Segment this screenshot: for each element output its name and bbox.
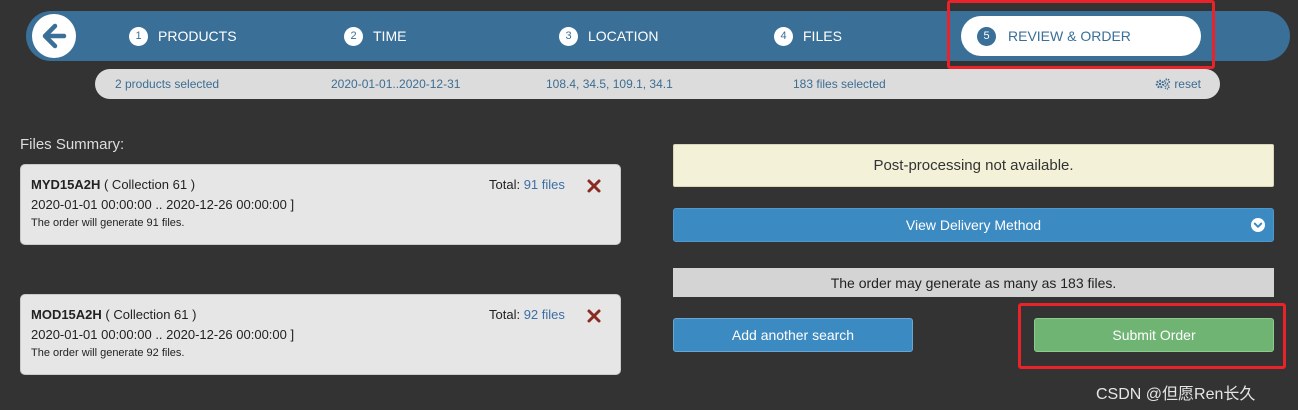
step-number: 5 [977,26,996,46]
reset-label: reset [1174,76,1201,91]
step-number: 2 [344,26,363,46]
summary-location[interactable]: 108.4, 34.5, 109.1, 34.1 [546,69,673,99]
view-delivery-method-button[interactable]: View Delivery Method [673,208,1274,242]
step-label: LOCATION [588,28,659,44]
generate-note: The order will generate 92 files. [31,347,185,359]
watermark-text: CSDN @但愿Ren长久 [1096,386,1256,403]
total-files: Total: 91 files [489,177,565,192]
close-x-icon[interactable] [586,178,602,194]
step-time[interactable]: 2 TIME [344,11,406,61]
total-files: Total: 92 files [489,307,565,322]
reset-button[interactable]: reset [1155,69,1201,99]
post-processing-notice: Post-processing not available. [673,144,1274,187]
file-card-title: MYD15A2H ( Collection 61 ) [31,177,195,192]
date-range: 2020-01-01 00:00:00 .. 2020-12-26 00:00:… [31,327,295,342]
collection-label: ( Collection 61 ) [103,177,196,192]
files-summary-title: Files Summary: [20,136,125,153]
step-review-order[interactable]: 5 REVIEW & ORDER [961,16,1201,56]
summary-files[interactable]: 183 files selected [793,69,886,99]
collection-label: ( Collection 61 ) [105,307,197,322]
step-navigation-bar: 1 PRODUCTS 2 TIME 3 LOCATION 4 FILES 5 R… [26,11,1290,61]
step-number: 3 [559,26,578,46]
file-card-title: MOD15A2H ( Collection 61 ) [31,307,196,322]
generate-note: The order will generate 91 files. [31,217,185,229]
file-card-myd15a2h: MYD15A2H ( Collection 61 ) 2020-01-01 00… [20,164,621,245]
total-label: Total: [489,307,521,322]
product-name: MOD15A2H [31,307,102,322]
submit-order-button[interactable]: Submit Order [1034,318,1274,352]
order-generate-note: The order may generate as many as 183 fi… [673,268,1274,297]
step-number: 4 [774,26,793,46]
chevron-down-circle-icon [1251,218,1265,232]
gears-icon [1156,78,1171,90]
total-label: Total: [489,177,521,192]
total-files-link[interactable]: 92 files [524,307,565,322]
step-label: TIME [373,28,407,44]
selection-summary-bar: 2 products selected 2020-01-01..2020-12-… [95,69,1220,99]
close-x-icon[interactable] [586,308,602,324]
step-label: PRODUCTS [158,28,237,44]
total-files-link[interactable]: 91 files [524,177,565,192]
step-location[interactable]: 3 LOCATION [559,11,659,61]
step-products[interactable]: 1 PRODUCTS [129,11,237,61]
back-button[interactable] [32,14,76,58]
arrow-left-icon [42,23,67,49]
step-files[interactable]: 4 FILES [774,11,842,61]
date-range: 2020-01-01 00:00:00 .. 2020-12-26 00:00:… [31,197,295,212]
product-name: MYD15A2H [31,177,101,192]
step-label: FILES [803,28,842,44]
step-label: REVIEW & ORDER [1008,28,1131,44]
step-number: 1 [129,26,148,46]
add-another-search-button[interactable]: Add another search [673,318,913,352]
summary-time[interactable]: 2020-01-01..2020-12-31 [331,69,460,99]
delivery-button-label: View Delivery Method [905,217,1042,233]
summary-products[interactable]: 2 products selected [115,69,219,99]
file-card-mod15a2h: MOD15A2H ( Collection 61 ) 2020-01-01 00… [20,294,621,375]
